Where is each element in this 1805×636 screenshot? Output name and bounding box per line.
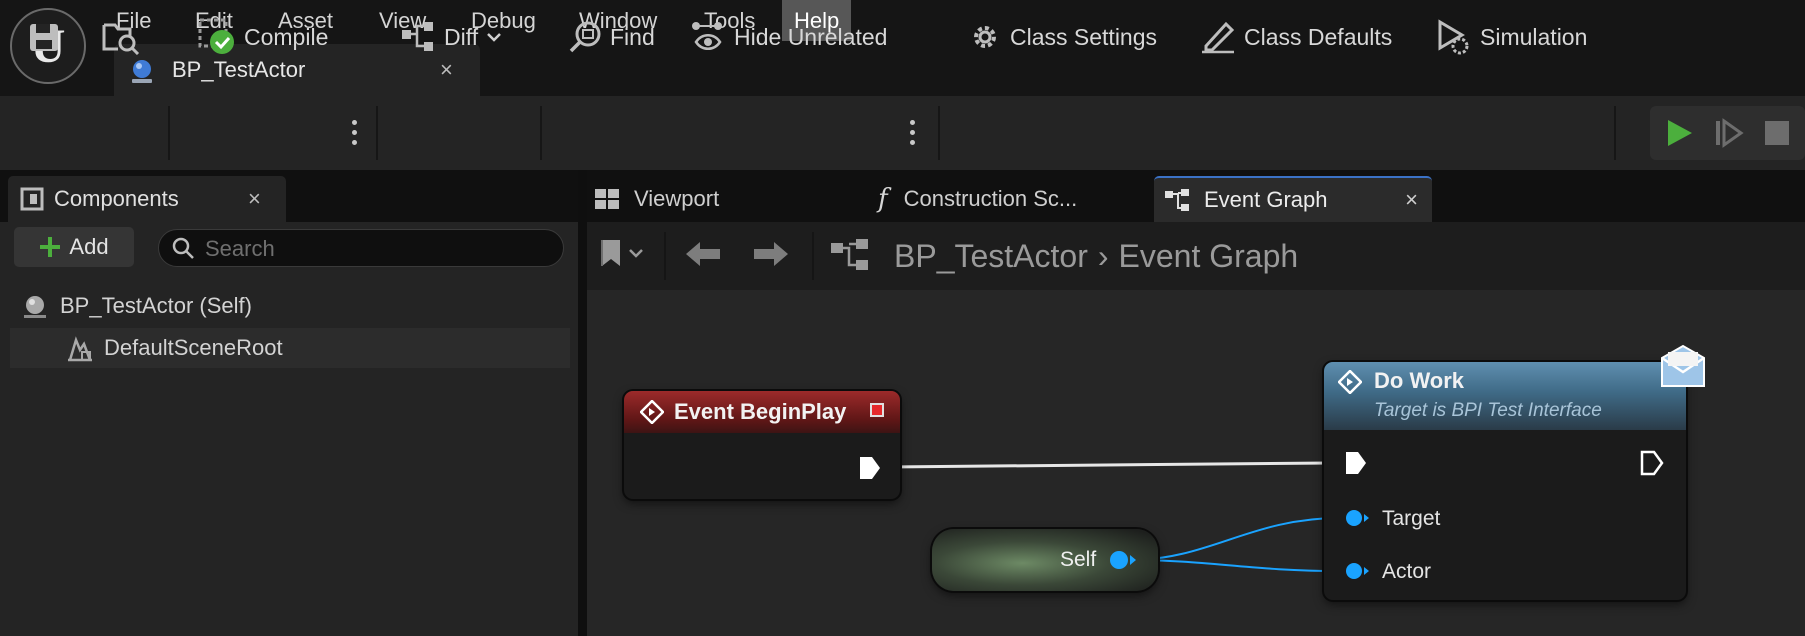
node-title: Event BeginPlay (674, 399, 847, 424)
self-output-pin[interactable] (1108, 549, 1138, 571)
self-label: Self (1060, 548, 1097, 571)
actor-input-pin[interactable] (1344, 561, 1370, 581)
delegate-pin-icon[interactable] (870, 403, 884, 417)
exec-output-pin[interactable] (858, 455, 882, 481)
event-diamond-icon (640, 400, 664, 424)
actor-pin-label: Actor (1382, 560, 1432, 583)
node-subtitle: Target is BPI Test Interface (1374, 400, 1602, 421)
self-node[interactable]: Self (932, 529, 1158, 591)
event-beginplay-node[interactable]: Event BeginPlay (624, 391, 900, 499)
do-work-node[interactable]: Do Work Target is BPI Test Interface Tar… (1324, 344, 1705, 600)
exec-output-pin[interactable] (1640, 450, 1664, 476)
target-input-pin[interactable] (1344, 508, 1370, 528)
target-pin-label: Target (1382, 507, 1441, 530)
exec-input-pin[interactable] (1344, 450, 1368, 476)
function-diamond-icon (1338, 370, 1362, 394)
node-title: Do Work (1374, 368, 1465, 393)
interface-message-icon (1660, 344, 1706, 388)
